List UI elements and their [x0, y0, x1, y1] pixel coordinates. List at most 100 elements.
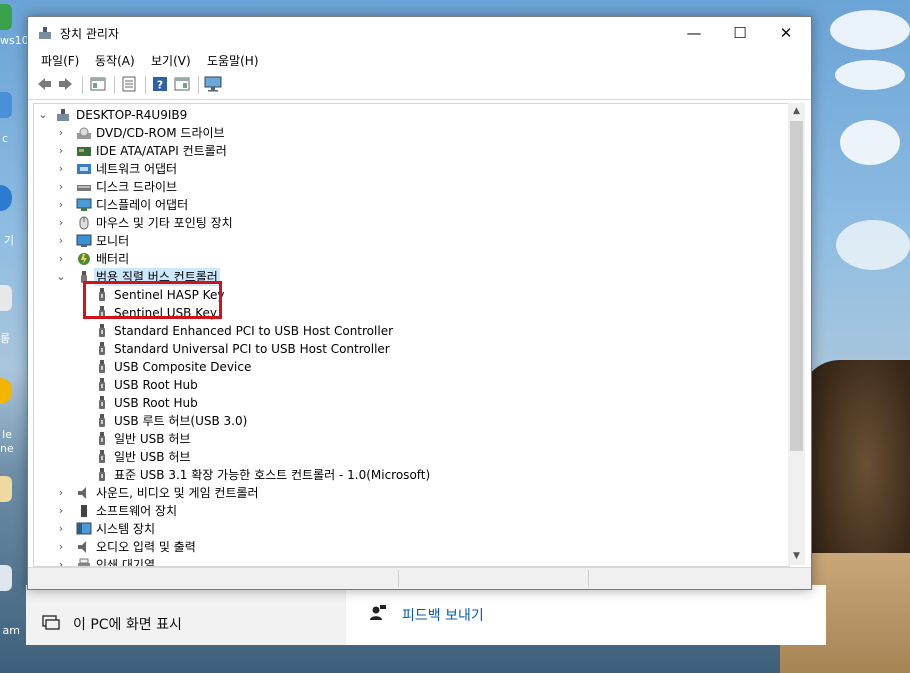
desktop-pc-icon[interactable] [0, 92, 12, 118]
toolbar: ? [28, 71, 811, 100]
expand-chevron-icon[interactable]: › [56, 538, 66, 556]
usb-device-icon [96, 342, 112, 356]
status-bar [28, 567, 811, 589]
scroll-up-icon[interactable]: ▲ [788, 103, 805, 120]
scroll-down-icon[interactable]: ▼ [788, 548, 805, 565]
collapse-chevron-icon[interactable]: ⌄ [56, 268, 66, 286]
usb-device-icon [96, 432, 112, 446]
status-divider [588, 570, 589, 587]
expand-chevron-icon[interactable]: › [56, 250, 66, 268]
window-title: 장치 관리자 [60, 27, 120, 41]
printer-icon [76, 558, 92, 566]
send-feedback-link[interactable]: 피드백 보내기 [402, 605, 484, 625]
desktop-icon-label: ne [0, 442, 14, 455]
usb-device-label: 일반 USB 허브 [114, 450, 191, 464]
collapse-chevron-icon[interactable]: ⌄ [38, 106, 48, 124]
category-label: 디스크 드라이브 [96, 180, 178, 194]
display-adapter-icon [76, 198, 92, 212]
category-label: 오디오 입력 및 출력 [96, 540, 196, 554]
desktop-recycle-bin-icon[interactable] [0, 285, 12, 311]
desktop-icon-label: c [1, 132, 8, 145]
toolbar-separator [82, 76, 83, 94]
system-device-icon [76, 522, 92, 536]
network-adapter-icon [76, 162, 92, 176]
usb-device-label: 표준 USB 3.1 확장 가능한 호스트 컨트롤러 - 1.0(Microso… [114, 468, 431, 482]
monitor-icon[interactable] [204, 76, 222, 94]
expand-chevron-icon[interactable]: › [56, 520, 66, 538]
expand-chevron-icon[interactable]: › [56, 160, 66, 178]
category-label: DVD/CD-ROM 드라이브 [96, 126, 225, 140]
category-label: 마우스 및 기타 포인팅 장치 [96, 216, 233, 230]
expand-chevron-icon[interactable]: › [56, 232, 66, 250]
menu-view[interactable]: 보기(V) [151, 52, 191, 69]
usb-device-label: Standard Universal PCI to USB Host Contr… [114, 342, 390, 356]
category-label: 모니터 [96, 234, 130, 248]
help-icon[interactable]: ? [151, 76, 169, 94]
usb-device-label: USB 루트 허브(USB 3.0) [114, 414, 248, 428]
dvd-icon [76, 126, 92, 140]
expand-chevron-icon[interactable]: › [56, 142, 66, 160]
menu-bar: 파일(F) 동작(A) 보기(V) 도움말(H) [28, 49, 811, 71]
category-label: 배터리 [96, 252, 130, 266]
toolbar-separator [114, 76, 115, 94]
list-view-icon[interactable] [120, 76, 138, 94]
close-button[interactable]: ✕ [763, 17, 809, 49]
desktop-icon-label: le [2, 428, 12, 441]
usb-device-label: 일반 USB 허브 [114, 432, 191, 446]
minimize-button[interactable]: — [671, 17, 717, 49]
usb-device-label: USB Root Hub [114, 378, 198, 392]
properties-view-icon[interactable] [89, 76, 107, 94]
expand-chevron-icon[interactable]: › [56, 502, 66, 520]
category-label: 사운드, 비디오 및 게임 컨트롤러 [96, 486, 259, 500]
monitor-icon [76, 234, 92, 248]
project-to-pc-link[interactable]: 이 PC에 화면 표시 [73, 614, 182, 634]
computer-name: DESKTOP-R4U9IB9 [76, 108, 188, 122]
desktop-app-icon[interactable] [0, 565, 12, 591]
usb-device-label: USB Composite Device [114, 360, 252, 374]
expand-chevron-icon[interactable]: › [56, 214, 66, 232]
expand-chevron-icon[interactable]: › [56, 178, 66, 196]
mouse-icon [76, 216, 92, 230]
title-bar[interactable]: 장치 관리자 — ☐ ✕ [28, 17, 811, 49]
forward-icon[interactable] [57, 76, 75, 94]
device-manager-app-icon [38, 26, 52, 40]
device-tree: ⌄ DESKTOP-R4U9IB9 › DVD/CD-ROM 드라이브 › ID… [33, 103, 790, 567]
usb-device-icon [96, 414, 112, 428]
device-view-icon[interactable] [173, 76, 191, 94]
usb-device-label: USB Root Hub [114, 396, 198, 410]
menu-help[interactable]: 도움말(H) [207, 52, 259, 69]
usb-device-icon [96, 360, 112, 374]
battery-icon [76, 252, 92, 266]
ide-controller-icon [76, 144, 92, 158]
back-icon[interactable] [35, 76, 53, 94]
category-label: 소프트웨어 장치 [96, 504, 178, 518]
desktop-icon-1[interactable] [0, 4, 12, 30]
expand-chevron-icon[interactable]: › [56, 124, 66, 142]
usb-device-icon [96, 450, 112, 464]
maximize-button[interactable]: ☐ [717, 17, 763, 49]
category-label: 인쇄 대기열 [96, 558, 156, 567]
desktop-icon-label: am [2, 624, 20, 637]
feedback-icon [369, 604, 387, 626]
audio-icon [76, 540, 92, 554]
expand-chevron-icon[interactable]: › [56, 196, 66, 214]
usb-device-icon [96, 396, 112, 410]
usb-device-label: Standard Enhanced PCI to USB Host Contro… [114, 324, 394, 338]
category-label: 네트워크 어댑터 [96, 162, 178, 176]
project-screen-icon [42, 614, 60, 634]
usb-device-icon [96, 468, 112, 482]
computer-icon [56, 108, 72, 122]
menu-action[interactable]: 동작(A) [95, 52, 135, 69]
scroll-thumb[interactable] [790, 121, 803, 451]
expand-chevron-icon[interactable]: › [56, 556, 66, 566]
menu-file[interactable]: 파일(F) [41, 52, 79, 69]
usb-device-icon [96, 378, 112, 392]
usb-device-icon [96, 324, 112, 338]
software-device-icon [76, 504, 92, 518]
desktop-app-icon[interactable] [0, 476, 12, 502]
vertical-scrollbar[interactable]: ▲ ▼ [788, 103, 805, 565]
expand-chevron-icon[interactable]: › [56, 484, 66, 502]
toolbar-separator [145, 76, 146, 94]
category-label: IDE ATA/ATAPI 컨트롤러 [96, 144, 227, 158]
desktop-icon-label: 기 [3, 234, 14, 247]
